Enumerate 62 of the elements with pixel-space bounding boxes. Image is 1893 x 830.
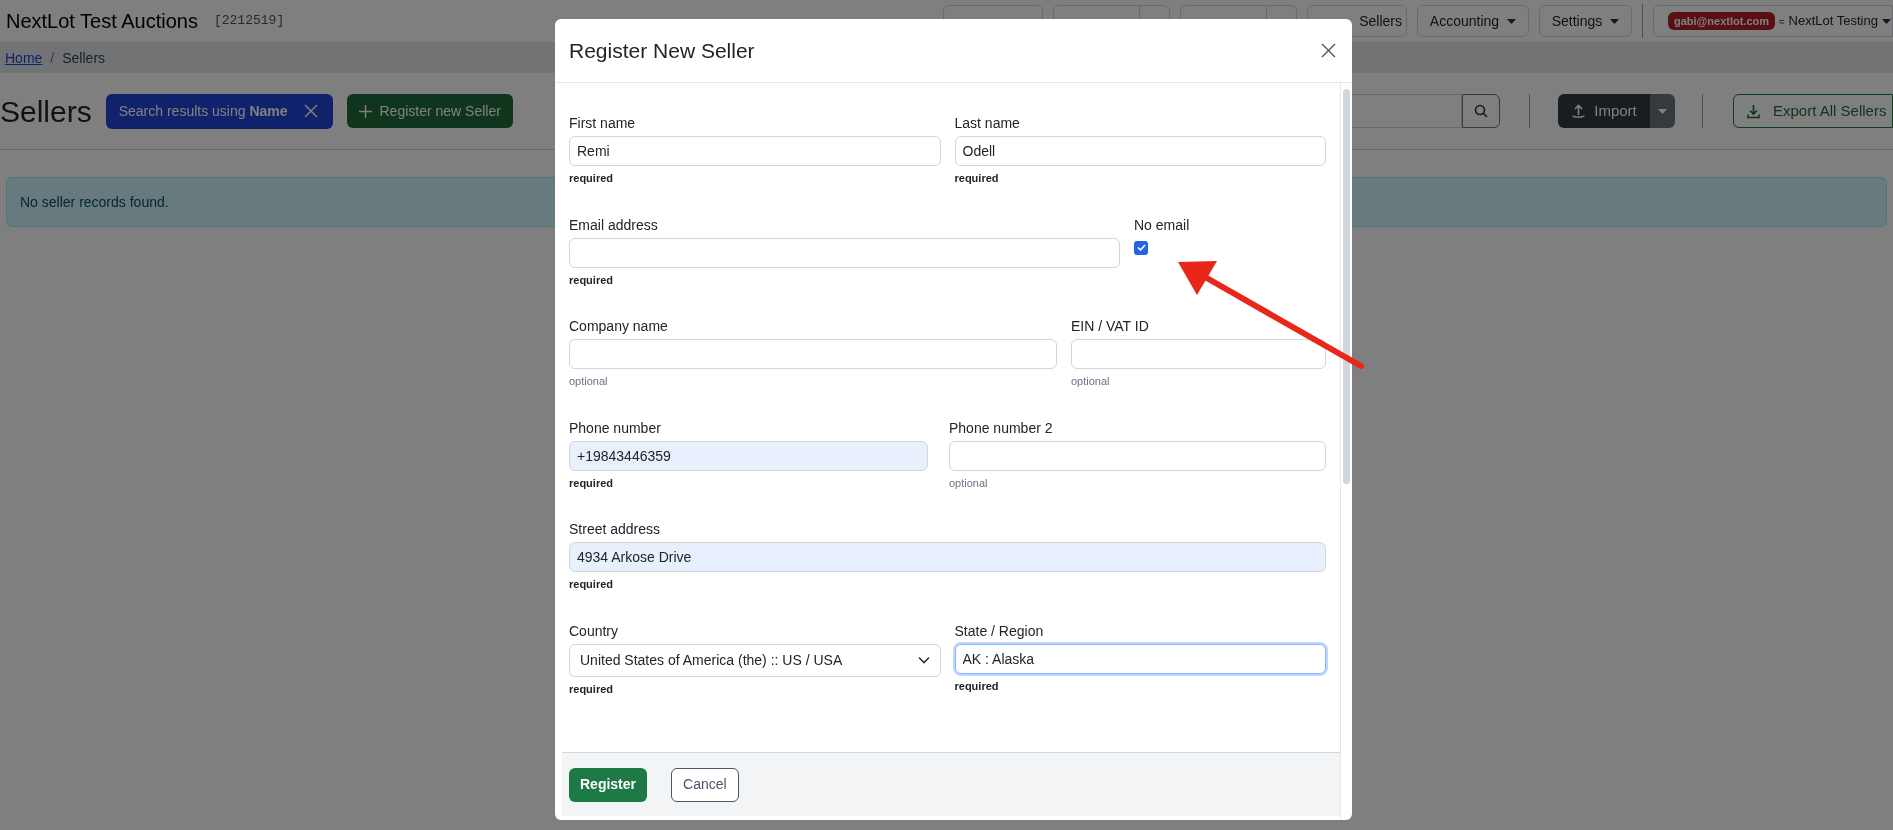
chevron-down-icon — [917, 656, 930, 664]
input-field[interactable] — [1071, 339, 1326, 369]
input-field[interactable] — [569, 237, 1120, 268]
field-label: State / Region — [954, 621, 1045, 641]
plus-icon — [358, 104, 372, 118]
field-hint: required — [954, 678, 1000, 694]
field-label: Country — [569, 621, 620, 641]
export-button[interactable]: Export All Sellers — [1733, 94, 1893, 128]
field-label: Street address — [569, 520, 662, 539]
upload-icon — [1571, 103, 1587, 119]
modal-title: Register New Seller — [569, 37, 755, 64]
nav-button[interactable]: Accounting — [1417, 5, 1529, 37]
register-button[interactable]: Register — [569, 767, 648, 802]
account-id: [2212519] — [213, 12, 285, 31]
input-field[interactable] — [569, 339, 1057, 369]
caret-icon — [1658, 108, 1667, 114]
breadcrumb-link[interactable]: Home — [5, 47, 43, 69]
scrollbar[interactable] — [1340, 83, 1352, 820]
country-select[interactable]: United States of America (the) :: US / USA — [569, 643, 941, 677]
field-hint: required — [569, 272, 614, 288]
field-label: Phone number — [569, 418, 662, 438]
input-field[interactable]: Remi — [569, 136, 941, 166]
separator-symbol: ≈ — [1779, 14, 1785, 29]
search-button[interactable] — [1462, 94, 1500, 128]
breadcrumb-current: Sellers — [62, 48, 106, 68]
field-label: EIN / VAT ID — [1071, 317, 1150, 336]
search-icon — [1474, 104, 1488, 118]
input-field[interactable]: AK : Alaska — [954, 643, 1326, 674]
register-seller-button[interactable]: Register new Seller — [346, 94, 513, 128]
field-label: First name — [569, 114, 637, 133]
org-name: NextLot Testing — [1788, 12, 1878, 31]
field-hint: optional — [949, 475, 989, 491]
nav-button[interactable]: Settings — [1539, 5, 1632, 37]
input-field[interactable]: Odell — [954, 136, 1326, 166]
field-hint: required — [569, 577, 614, 592]
field-hint: optional — [1071, 374, 1111, 389]
input-field[interactable]: 4934 Arkose Drive — [569, 542, 1326, 572]
field-hint: required — [569, 681, 614, 697]
input-field[interactable]: +19843446359 — [569, 440, 928, 471]
caret-icon — [1881, 18, 1891, 24]
import-button[interactable]: Import — [1558, 94, 1650, 128]
download-icon — [1746, 103, 1761, 119]
field-hint: optional — [569, 374, 609, 389]
checkbox[interactable] — [1134, 240, 1148, 255]
field-hint: required — [569, 475, 614, 491]
page-heading: Sellers — [0, 93, 92, 130]
breadcrumb-separator: / — [50, 48, 55, 68]
app-title: NextLot Test Auctions — [6, 9, 198, 34]
import-dropdown-button[interactable] — [1650, 94, 1675, 128]
field-label: Phone number 2 — [949, 418, 1054, 438]
field-label: Last name — [954, 114, 1021, 133]
input-field[interactable] — [949, 440, 1326, 471]
filter-chip[interactable]: Search results using Name — [105, 93, 333, 129]
filter-chip-text: Search results using Name — [118, 101, 288, 121]
caret-icon — [1610, 18, 1620, 24]
account-menu[interactable]: gabi@nextlot.com ≈ NextLot Testing — [1653, 5, 1893, 37]
user-email-badge: gabi@nextlot.com — [1668, 11, 1776, 31]
cancel-button[interactable]: Cancel — [671, 767, 739, 802]
close-icon — [1320, 43, 1336, 58]
field-label: Company name — [569, 317, 669, 336]
close-icon[interactable] — [303, 104, 318, 118]
caret-icon — [1507, 18, 1517, 24]
